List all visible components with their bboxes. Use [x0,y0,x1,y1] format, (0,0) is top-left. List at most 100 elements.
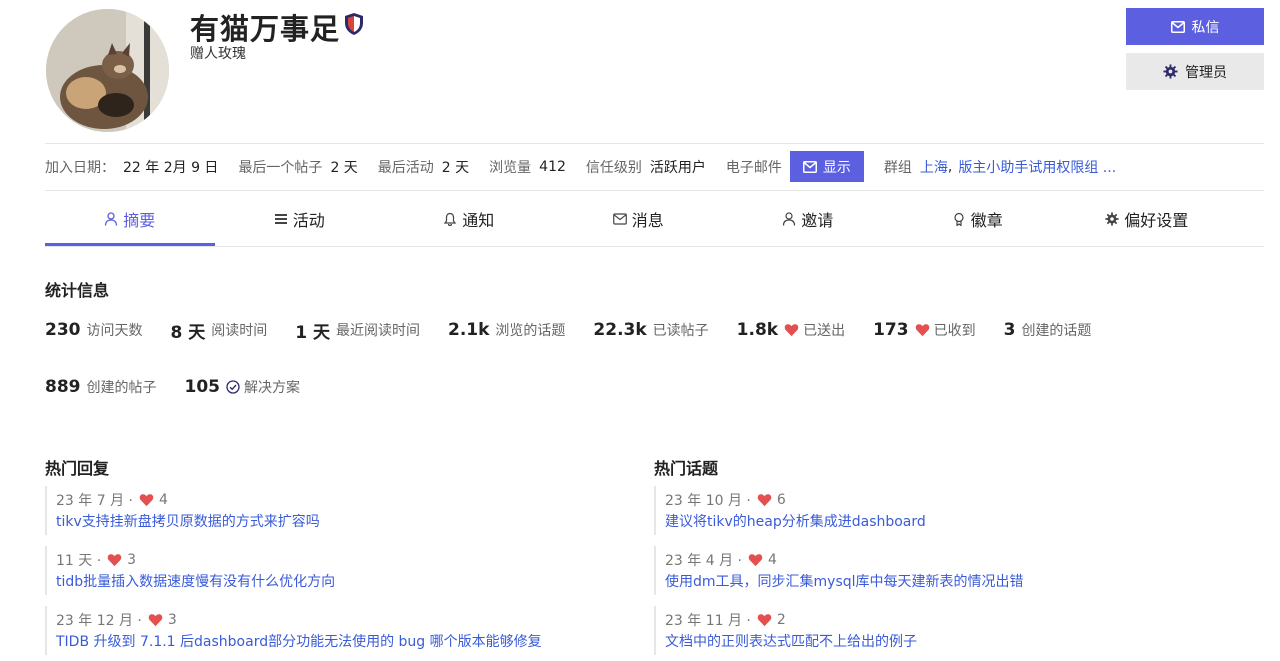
envelope-icon [802,160,817,173]
heart-icon [784,324,799,337]
message-button[interactable]: 私信 [1126,8,1264,45]
message-button-label: 私信 [1191,19,1220,36]
tab-invites[interactable]: 邀请 [723,191,893,246]
avatar[interactable] [46,9,169,132]
item-likes: 4 [158,492,168,508]
item-link[interactable]: 文档中的正则表达式匹配不上给出的例子 [665,631,1214,653]
stat-label: 创建的话题 [1021,323,1092,339]
item-likes: 3 [127,552,137,568]
joined-label: 加入日期： [45,159,115,176]
last-post-label: 最后一个帖子 [238,159,323,176]
user-meta-row: 加入日期： 22 年 2月 9 日 最后一个帖子 2 天 最后活动 2 天 浏览… [45,151,1116,182]
item-likes: 6 [776,492,786,508]
divider [45,246,1264,247]
heart-icon [107,554,122,567]
item-link[interactable]: tikv支持挂新盘拷贝原数据的方式来扩容吗 [56,511,605,533]
tab-notifications[interactable]: 通知 [384,191,554,246]
stat-days-visited: 230 访问天数 [45,318,143,342]
joined-value: 22 年 2月 9 日 [123,159,219,176]
stat-value: 1 天 [295,322,330,343]
item-link[interactable]: TIDB 升级到 7.1.1 后dashboard部分功能无法使用的 bug 哪… [56,631,605,653]
cat-avatar-image [46,9,169,132]
tab-activity[interactable]: 活动 [215,191,385,246]
stat-value: 889 [45,377,81,397]
stat-likes-given: 1.8k 已送出 [737,318,845,342]
tab-preferences[interactable]: 偏好设置 [1062,191,1232,246]
cog-icon [1163,64,1178,79]
stat-value: 2.1k [448,320,490,340]
stats-list: 230 访问天数 8 天 阅读时间 1 天 最近阅读时间 2.1k 浏览的话题 … [45,318,1245,399]
stat-likes-received: 173 已收到 [873,318,976,342]
groups-label: 群组 [883,159,912,176]
show-email-label: 显示 [822,159,851,176]
item-meta: 11 天 · 3 [56,549,605,571]
item-meta: 23 年 7 月 · 4 [56,489,605,511]
stat-read-time: 8 天 阅读时间 [171,318,268,343]
stats-title: 统计信息 [45,281,110,300]
stream-icon [274,213,287,224]
item-date: 23 年 11 月 · [665,613,751,629]
stat-value: 3 [1003,320,1016,340]
profile-tabs: 摘要 活动 通知 消息 邀请 徽章 偏好设置 [45,191,1264,247]
medal-icon [954,212,964,226]
item-date: 23 年 12 月 · [56,613,142,629]
item-link[interactable]: tidb批量插入数据速度慢有没有什么优化方向 [56,571,605,593]
heart-icon [757,614,772,627]
group-link-shanghai[interactable]: 上海 [920,157,948,177]
user-title: 赠人玫瑰 [190,46,246,62]
group-link-moderator-helper[interactable]: 版主小助手试用权限组 ... [958,157,1116,177]
views-value: 412 [539,158,566,175]
stat-recent-read-time: 1 天 最近阅读时间 [295,318,420,343]
list-item: 11 天 · 3 tidb批量插入数据速度慢有没有什么优化方向 [45,546,605,595]
tab-label: 偏好设置 [1124,210,1189,230]
item-date: 23 年 7 月 · [56,493,133,509]
item-date: 23 年 10 月 · [665,493,751,509]
admin-button[interactable]: 管理员 [1126,53,1264,90]
stat-label: 最近阅读时间 [336,323,420,339]
top-replies-list: 23 年 7 月 · 4 tikv支持挂新盘拷贝原数据的方式来扩容吗 11 天 … [45,486,605,661]
divider [45,143,1264,144]
item-meta: 23 年 11 月 · 2 [665,609,1214,631]
list-item: 23 年 7 月 · 4 tikv支持挂新盘拷贝原数据的方式来扩容吗 [45,486,605,535]
tab-badges[interactable]: 徽章 [893,191,1063,246]
username: 有猫万事足 [190,12,341,46]
top-replies-title: 热门回复 [45,459,110,478]
admin-button-label: 管理员 [1185,64,1227,81]
list-item: 23 年 10 月 · 6 建议将tikv的heap分析集成进dashboard [654,486,1214,535]
item-meta: 23 年 10 月 · 6 [665,489,1214,511]
stat-label: 浏览的话题 [495,323,566,339]
tab-label: 通知 [462,210,495,230]
stat-label: 已送出 [803,323,846,339]
envelope-icon [1170,20,1185,33]
heart-icon [148,614,163,627]
stat-label: 已收到 [933,323,976,339]
tab-summary[interactable]: 摘要 [45,191,215,247]
top-topics-list: 23 年 10 月 · 6 建议将tikv的heap分析集成进dashboard… [654,486,1214,661]
stat-value: 105 [184,377,221,397]
stat-label: 阅读时间 [211,323,268,339]
stat-solutions: 105 解决方案 [185,375,301,399]
item-likes: 4 [767,552,777,568]
show-email-button[interactable]: 显示 [789,151,864,182]
item-date: 23 年 4 月 · [665,553,742,569]
views-label: 浏览量 [489,159,532,176]
item-link[interactable]: 建议将tikv的heap分析集成进dashboard [665,511,1214,533]
last-active-label: 最后活动 [377,159,434,176]
cog-icon [1105,211,1119,226]
bell-icon [444,212,457,226]
stat-value: 230 [45,320,81,340]
item-date: 11 天 · [56,553,102,569]
stat-label: 创建的帖子 [86,380,157,396]
last-post-value[interactable]: 2 天 [330,157,357,177]
tab-messages[interactable]: 消息 [554,191,724,246]
item-likes: 3 [167,612,177,628]
item-link[interactable]: 使用dm工具，同步汇集mysql库中每天建新表的情况出错 [665,571,1214,593]
tab-label: 徽章 [970,210,1003,230]
item-meta: 23 年 12 月 · 3 [56,609,605,631]
stat-posts-read: 22.3k 已读帖子 [593,318,708,342]
stat-label: 解决方案 [244,380,300,396]
list-item: 23 年 12 月 · 3 TIDB 升级到 7.1.1 后dashboard部… [45,606,605,655]
list-item: 23 年 4 月 · 4 使用dm工具，同步汇集mysql库中每天建新表的情况出… [654,546,1214,595]
trust-level-value: 活跃用户 [649,159,706,176]
stat-posts-created: 889 创建的帖子 [45,375,157,399]
